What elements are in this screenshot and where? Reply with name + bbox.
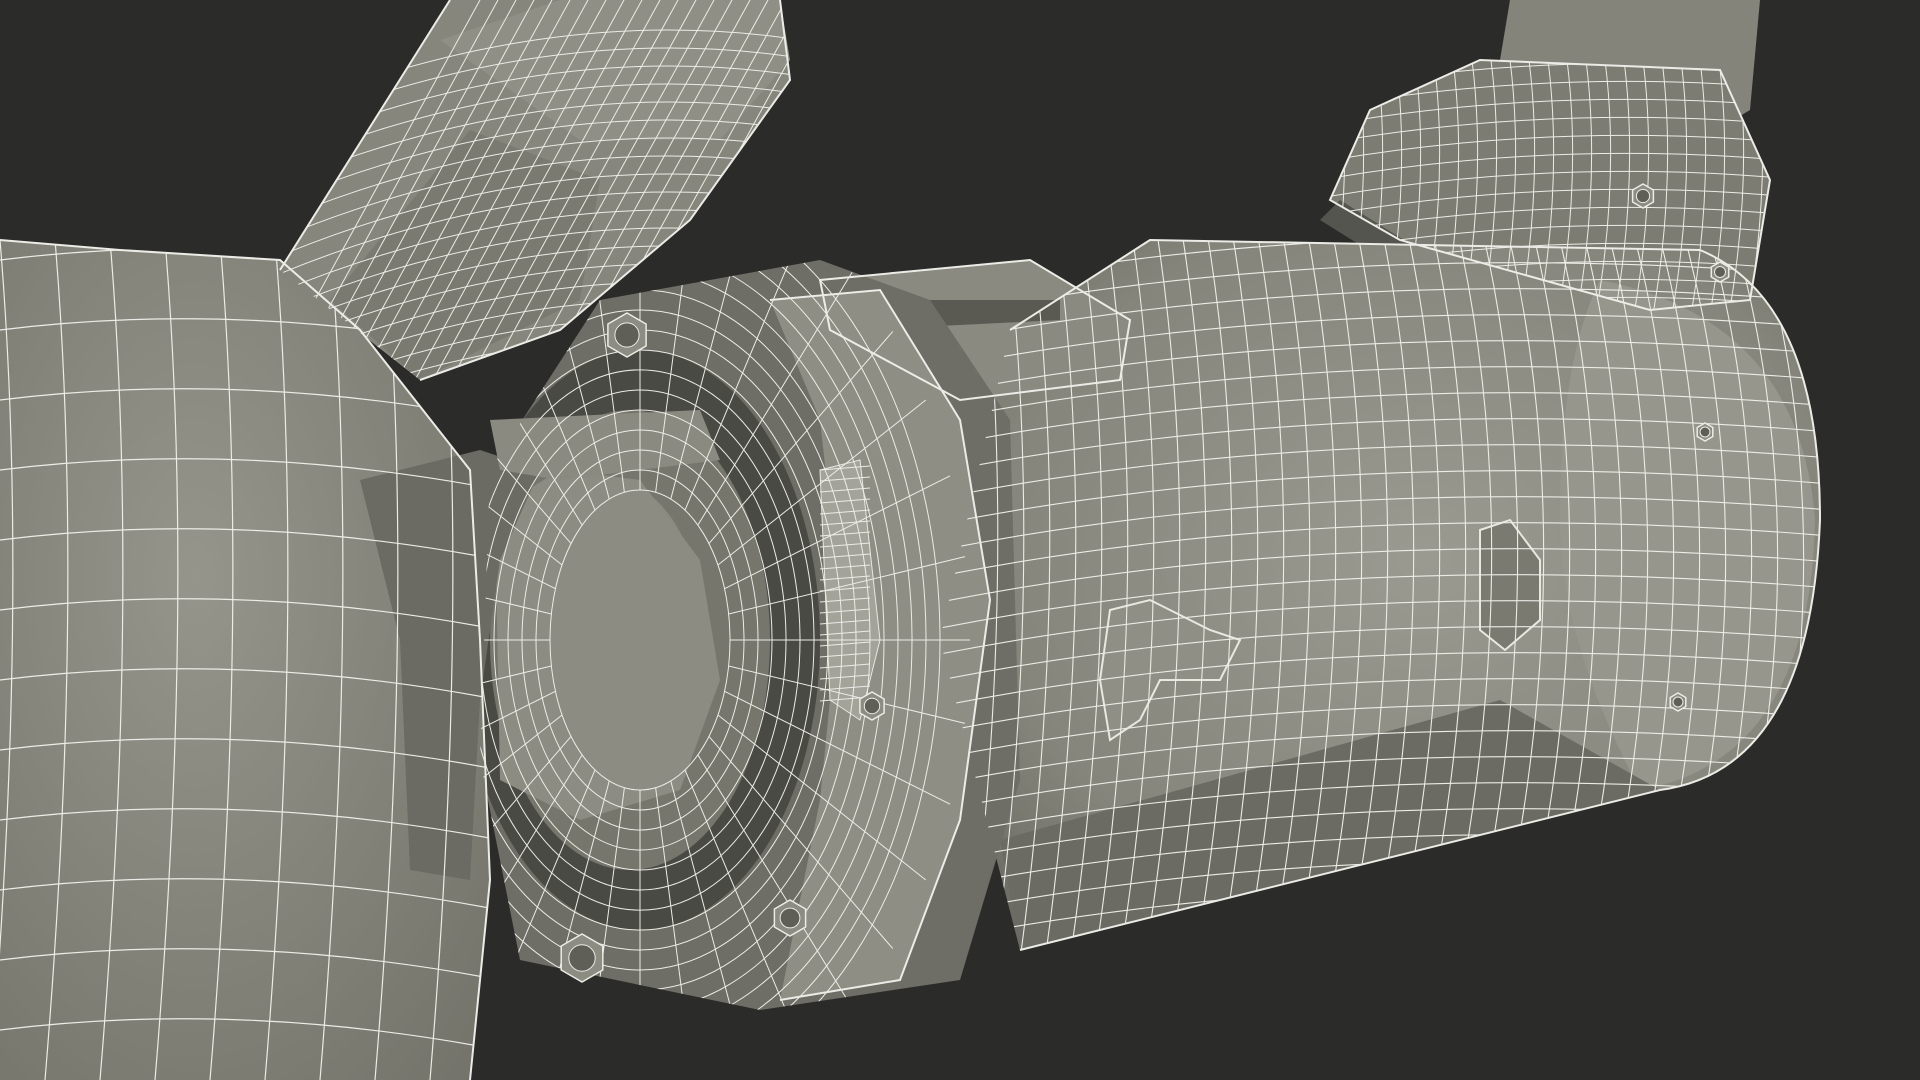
wireframe-render — [0, 0, 1822, 1080]
bolt-flange-lower — [1710, 261, 1730, 283]
bolt-cylinder-low — [1669, 692, 1687, 712]
bolt-gear — [859, 691, 885, 721]
bolt-flange-right — [1631, 183, 1655, 209]
bolt-cylinder-end — [1696, 422, 1714, 442]
gear-ring-housing — [460, 260, 1020, 1010]
render-viewport — [0, 0, 1920, 1080]
